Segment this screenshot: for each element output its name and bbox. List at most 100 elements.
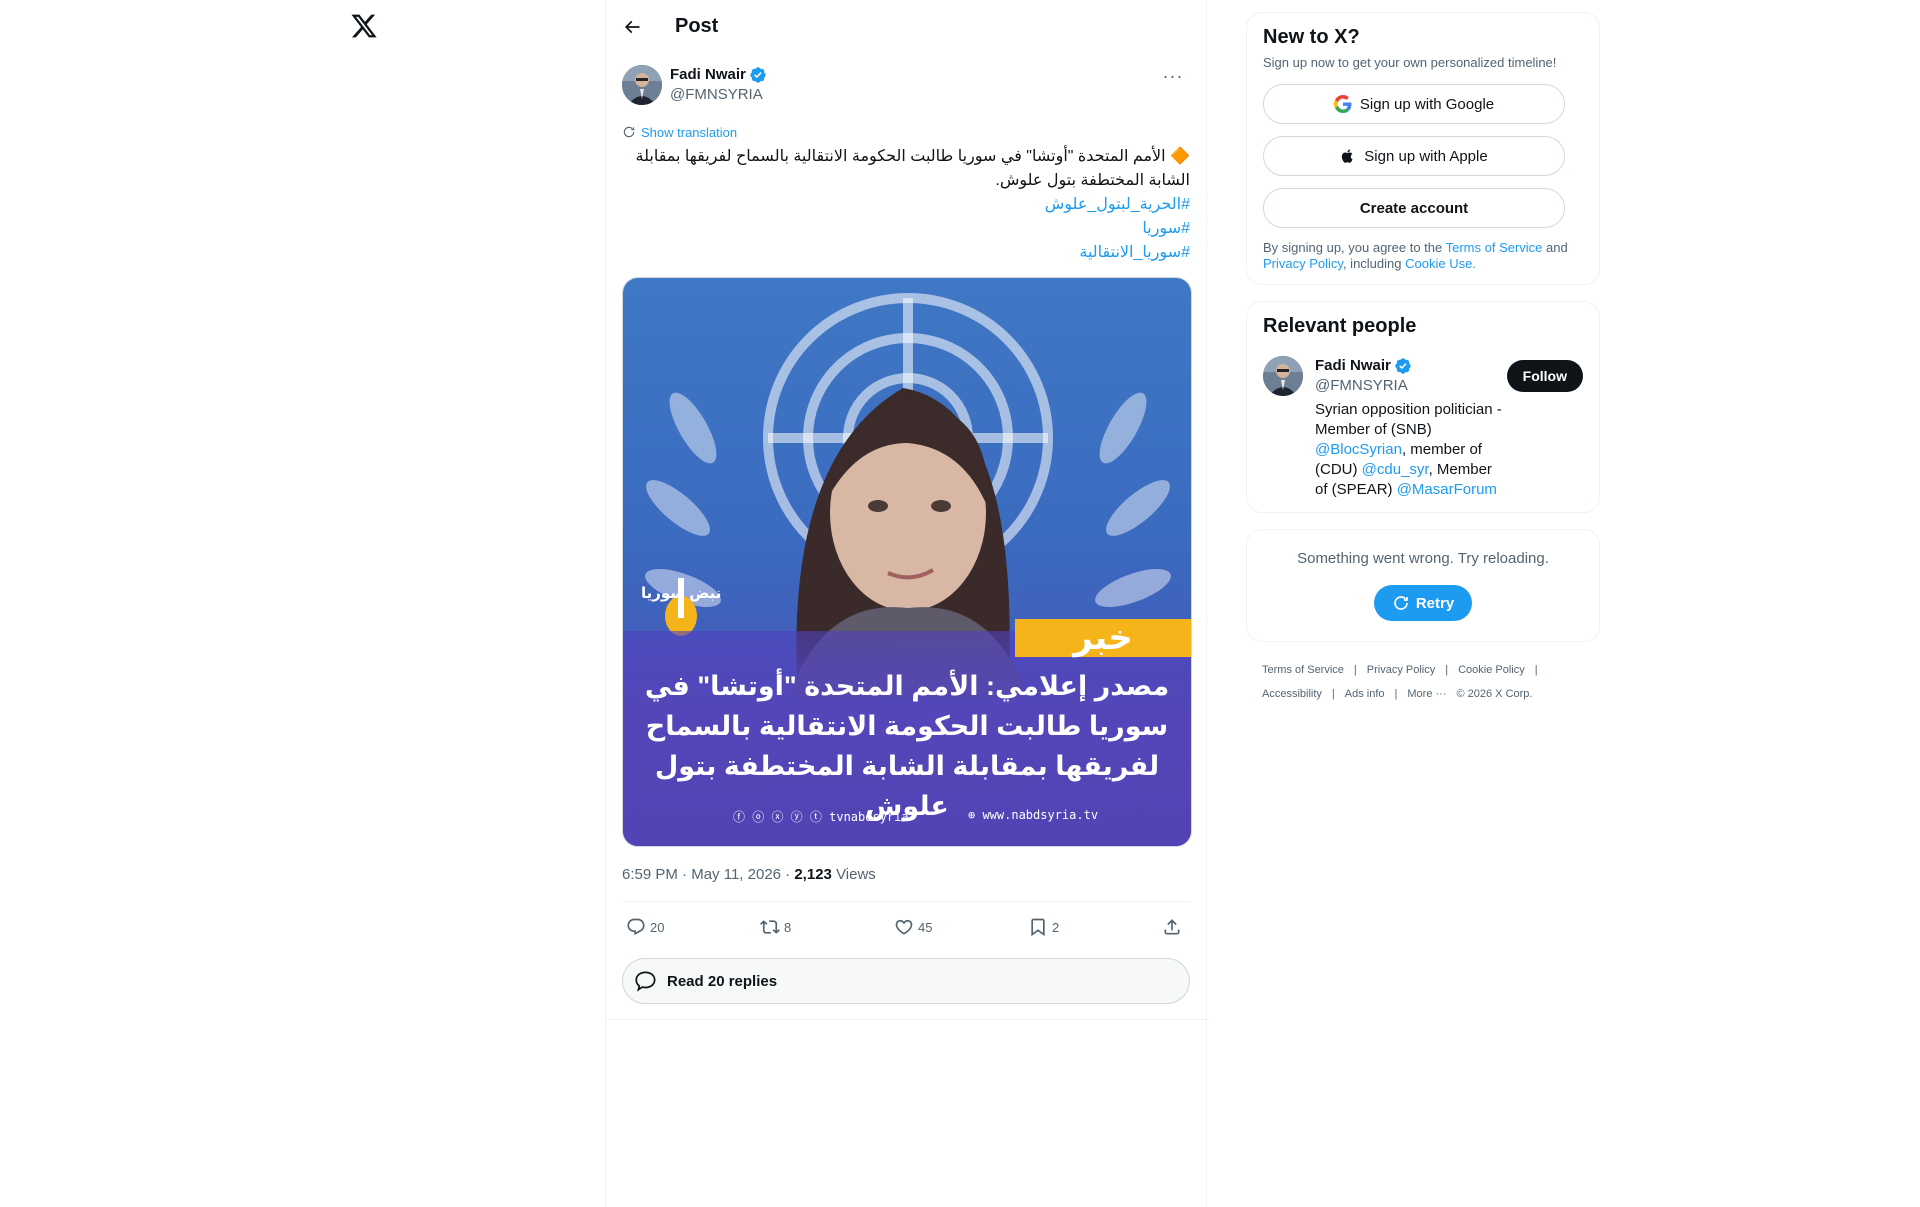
primary-column: Post Fadi Nwair @FMNSYRIA ··· Show trans… [605,0,1207,1207]
author-name[interactable]: Fadi Nwair [670,65,746,85]
views-count: 2,123 [794,865,832,883]
footer-more-link[interactable]: More ··· [1407,688,1446,700]
separator-dot: · [682,865,688,883]
person-bio: Syrian opposition politician - Member of… [1315,400,1507,500]
tweet-image[interactable]: خبر نبض سوريا مصدر إعلامي: الأمم المتحدة… [622,277,1192,847]
headline-line: مصدر إعلامي: الأمم المتحدة "أوتشا" في [644,671,1170,701]
share-icon [1164,919,1180,935]
person-name[interactable]: Fadi Nwair [1315,356,1391,376]
terms-link[interactable]: Terms of Service [1446,240,1543,255]
separator: | [1394,688,1398,700]
verified-badge-icon [1395,358,1411,374]
like-button[interactable]: 45 [894,917,1014,937]
apple-signup-button[interactable]: Sign up with Apple [1263,136,1565,176]
footer-privacy-link[interactable]: Privacy Policy [1367,664,1435,676]
repost-count: 8 [784,919,792,935]
hashtag-link[interactable]: #سوريا_الانتقالية [622,241,1190,265]
tweet-time[interactable]: 6:59 PM [622,866,678,883]
person-handle[interactable]: @FMNSYRIA [1315,376,1507,396]
apple-icon [1342,149,1353,163]
tweet-body: 🔶 الأمم المتحدة "أوتشا" في سوريا طالبت ا… [635,148,1190,189]
google-icon [1333,95,1352,113]
separator: | [1331,688,1335,700]
read-replies-button[interactable]: Read 20 replies [622,958,1190,1004]
replies-bubble-icon [635,971,656,992]
bookmark-count: 2 [1052,919,1060,935]
x-logo-icon[interactable] [350,12,378,40]
footer-cookie-link[interactable]: Cookie Policy [1458,664,1525,676]
relevant-title: Relevant people [1263,315,1417,337]
image-headline: مصدر إعلامي: الأمم المتحدة "أوتشا" في سو… [633,666,1181,826]
separator-dot: · [785,865,791,883]
legal-text: , including [1342,256,1406,271]
google-signup-label: Sign up with Google [1359,95,1495,113]
reply-button[interactable]: 20 [626,917,746,937]
tweet-date[interactable]: May 11, 2026 [691,866,781,883]
avatar[interactable] [1263,356,1303,396]
error-card: Something went wrong. Try reloading. Ret… [1246,529,1600,642]
author-handle[interactable]: @FMNSYRIA [670,85,1156,105]
relevant-person[interactable]: Fadi Nwair @FMNSYRIA Syrian opposition p… [1263,356,1583,500]
social-handles: ⓕ ⓞ ⓧ ⓨ ⓣ tvnabdsyria [733,810,909,824]
cookie-link[interactable]: Cookie Use. [1405,256,1476,271]
error-message: Something went wrong. Try reloading. [1297,550,1549,567]
apple-signup-label: Sign up with Apple [1364,147,1488,165]
website-url: ⊕ www.nabdsyria.tv [968,808,1099,822]
hashtag-link[interactable]: #الحرية_لبتول_علوش [622,193,1190,217]
relevant-people-card: Relevant people Fadi Nwair @FMNSYRIA Syr… [1246,301,1600,513]
hashtag-link[interactable]: #سوريا [622,217,1190,241]
post-header: Post [606,0,1206,53]
page-title: Post [675,15,719,37]
show-translation-link[interactable]: Show translation [622,123,1190,141]
divider [606,1004,1206,1020]
privacy-link[interactable]: Privacy Policy [1263,256,1343,271]
signup-legal: By signing up, you agree to the Terms of… [1263,240,1583,272]
avatar[interactable] [622,65,662,105]
separator: | [1353,664,1357,676]
retry-label: Retry [1415,594,1455,612]
legal-text: By signing up, you agree to the [1263,240,1446,255]
mention-link[interactable]: @cdu_syr [1362,461,1429,478]
views-label: Views [836,865,876,883]
tweet-author-row: Fadi Nwair @FMNSYRIA ··· [622,65,1190,115]
follow-button[interactable]: Follow [1506,360,1583,392]
footer-accessibility-link[interactable]: Accessibility [1262,688,1322,700]
signup-title: New to X? [1263,26,1360,48]
bookmark-icon [1031,918,1045,937]
footer-links: Terms of Service | Privacy Policy | Cookie P… [1246,658,1600,706]
bio-text: Syrian opposition politician - Member of… [1315,401,1502,438]
reply-count: 20 [650,919,665,935]
like-count: 45 [918,919,933,935]
tweet: Fadi Nwair @FMNSYRIA ··· Show translatio… [606,53,1206,1020]
legal-text: and [1542,240,1568,255]
verified-badge-icon [750,67,766,83]
separator: | [1534,664,1538,676]
footer-ads-link[interactable]: Ads info [1345,688,1385,700]
separator: | [1445,664,1449,676]
headline-line: سوريا طالبت الحكومة الانتقالية بالسماح [645,711,1169,741]
signup-card: New to X? Sign up now to get your own pe… [1246,12,1600,285]
brand-name: نبض سوريا [641,585,722,602]
repost-icon [760,920,780,934]
translate-icon [623,126,635,138]
refresh-icon [1394,596,1408,610]
bookmark-button[interactable]: 2 [1028,917,1148,937]
signup-subtitle: Sign up now to get your own personalized… [1263,55,1557,70]
reply-icon [627,918,645,936]
tweet-meta: 6:59 PM · May 11, 2026 · 2,123 Views [622,847,1190,902]
heart-icon [895,919,913,935]
sidebar: New to X? Sign up now to get your own pe… [1246,12,1600,706]
read-replies-label: Read 20 replies [667,972,778,990]
more-options-icon[interactable]: ··· [1156,59,1190,93]
share-button[interactable] [1162,917,1186,937]
back-arrow-icon[interactable] [622,16,644,38]
google-signup-button[interactable]: Sign up with Google [1263,84,1565,124]
retry-button[interactable]: Retry [1373,585,1473,621]
copyright: © 2026 X Corp. [1456,688,1533,700]
repost-button[interactable]: 8 [760,917,880,937]
create-account-button[interactable]: Create account [1263,188,1565,228]
mention-link[interactable]: @MasarForum [1397,481,1497,498]
mention-link[interactable]: @BlocSyrian [1315,441,1402,458]
footer-terms-link[interactable]: Terms of Service [1262,664,1344,676]
news-label: خبر [1015,619,1191,657]
